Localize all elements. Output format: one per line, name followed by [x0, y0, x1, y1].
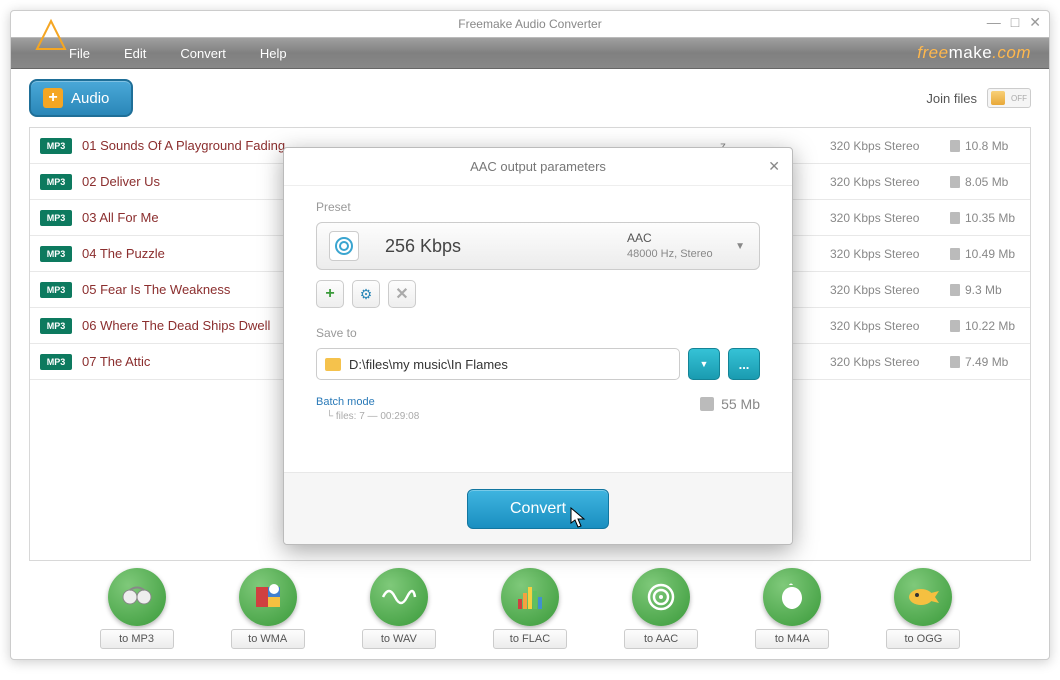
- disk-icon: [950, 212, 960, 224]
- format-button-wma[interactable]: to WMA: [231, 568, 305, 649]
- file-bitrate: 320 Kbps Stereo: [830, 355, 940, 369]
- preset-add-button[interactable]: +: [316, 280, 344, 308]
- file-size: 10.49 Mb: [950, 247, 1020, 261]
- file-size: 7.49 Mb: [950, 355, 1020, 369]
- format-button-flac[interactable]: to FLAC: [493, 568, 567, 649]
- disk-icon: [950, 248, 960, 260]
- format-icon: [763, 568, 821, 626]
- saveto-label: Save to: [316, 326, 760, 340]
- file-size: 10.35 Mb: [950, 211, 1020, 225]
- dialog-close-button[interactable]: ✕: [768, 158, 780, 175]
- join-files-control: Join files OFF: [926, 88, 1031, 108]
- file-size: 9.3 Mb: [950, 283, 1020, 297]
- format-badge: MP3: [40, 318, 72, 334]
- format-label: to AAC: [624, 629, 698, 649]
- format-badge: MP3: [40, 246, 72, 262]
- dialog-titlebar: AAC output parameters ✕: [284, 148, 792, 186]
- saveto-path: D:\files\my music\In Flames: [349, 357, 508, 372]
- file-size: 10.22 Mb: [950, 319, 1020, 333]
- format-icon: [894, 568, 952, 626]
- format-badge: MP3: [40, 354, 72, 370]
- add-audio-label: Audio: [71, 90, 109, 107]
- total-size: 55 Mb: [700, 396, 760, 412]
- format-badge: MP3: [40, 282, 72, 298]
- titlebar: Freemake Audio Converter — □ ✕: [11, 11, 1049, 37]
- dialog-title: AAC output parameters: [470, 159, 606, 174]
- format-badge: MP3: [40, 138, 72, 154]
- toolbar: + Audio Join files OFF: [11, 69, 1049, 127]
- format-icon: [370, 568, 428, 626]
- file-bitrate: 320 Kbps Stereo: [830, 139, 940, 153]
- format-badge: MP3: [40, 210, 72, 226]
- format-label: to MP3: [100, 629, 174, 649]
- toggle-knob: [991, 91, 1005, 105]
- plus-icon: +: [43, 88, 63, 108]
- saveto-dropdown-button[interactable]: ▼: [688, 348, 720, 380]
- format-icon: [108, 568, 166, 626]
- x-icon: ✕: [395, 284, 408, 304]
- chevron-down-icon: ▼: [700, 359, 709, 369]
- aac-icon: [329, 231, 359, 261]
- close-button[interactable]: ✕: [1029, 15, 1041, 29]
- preset-codec: AAC: [627, 231, 747, 247]
- format-bar: to MP3 to WMA to WAV to FLAC to AAC to M4A to …: [11, 561, 1049, 659]
- disk-icon: [950, 320, 960, 332]
- maximize-button[interactable]: □: [1011, 15, 1019, 29]
- format-label: to M4A: [755, 629, 829, 649]
- file-size: 8.05 Mb: [950, 175, 1020, 189]
- format-icon: [239, 568, 297, 626]
- chevron-down-icon: ▼: [735, 241, 745, 252]
- menu-help[interactable]: Help: [260, 46, 287, 61]
- format-badge: MP3: [40, 174, 72, 190]
- plus-icon: +: [325, 285, 334, 303]
- preset-selector[interactable]: 256 Kbps AAC 48000 Hz, Stereo ▼: [316, 222, 760, 270]
- format-label: to WAV: [362, 629, 436, 649]
- preset-bitrate: 256 Kbps: [375, 236, 611, 257]
- file-bitrate: 320 Kbps Stereo: [830, 283, 940, 297]
- add-audio-button[interactable]: + Audio: [29, 79, 133, 117]
- saveto-path-input[interactable]: D:\files\my music\In Flames: [316, 348, 680, 380]
- output-params-dialog: AAC output parameters ✕ Preset 256 Kbps …: [283, 147, 793, 545]
- preset-label: Preset: [316, 200, 760, 214]
- disk-icon: [700, 397, 714, 411]
- menu-edit[interactable]: Edit: [124, 46, 146, 61]
- menu-convert[interactable]: Convert: [180, 46, 226, 61]
- join-files-toggle[interactable]: OFF: [987, 88, 1031, 108]
- format-button-mp3[interactable]: to MP3: [100, 568, 174, 649]
- disk-icon: [950, 284, 960, 296]
- format-button-wav[interactable]: to WAV: [362, 568, 436, 649]
- format-button-ogg[interactable]: to OGG: [886, 568, 960, 649]
- menubar: File Edit Convert Help freemake.com: [11, 37, 1049, 69]
- menu-file[interactable]: File: [69, 46, 90, 61]
- browse-button[interactable]: ...: [728, 348, 760, 380]
- format-button-aac[interactable]: to AAC: [624, 568, 698, 649]
- gear-icon: ⚙: [360, 286, 373, 303]
- disk-icon: [950, 356, 960, 368]
- format-icon: [632, 568, 690, 626]
- format-button-m4a[interactable]: to M4A: [755, 568, 829, 649]
- file-bitrate: 320 Kbps Stereo: [830, 247, 940, 261]
- minimize-button[interactable]: —: [987, 15, 1001, 29]
- disk-icon: [950, 176, 960, 188]
- file-bitrate: 320 Kbps Stereo: [830, 319, 940, 333]
- preset-detail: 48000 Hz, Stereo: [627, 247, 747, 261]
- window-title: Freemake Audio Converter: [458, 17, 601, 31]
- disk-icon: [950, 140, 960, 152]
- join-files-label: Join files: [926, 91, 977, 106]
- format-icon: [501, 568, 559, 626]
- format-label: to FLAC: [493, 629, 567, 649]
- folder-icon: [325, 358, 341, 371]
- format-label: to OGG: [886, 629, 960, 649]
- app-logo-icon: [31, 17, 71, 57]
- batch-summary: └ files: 7 — 00:29:08: [326, 411, 419, 422]
- file-bitrate: 320 Kbps Stereo: [830, 211, 940, 225]
- preset-delete-button[interactable]: ✕: [388, 280, 416, 308]
- file-bitrate: 320 Kbps Stereo: [830, 175, 940, 189]
- file-size: 10.8 Mb: [950, 139, 1020, 153]
- brand-link[interactable]: freemake.com: [917, 43, 1031, 63]
- batch-mode-link[interactable]: Batch mode: [316, 396, 419, 408]
- format-label: to WMA: [231, 629, 305, 649]
- convert-button[interactable]: Convert: [467, 489, 609, 529]
- preset-settings-button[interactable]: ⚙: [352, 280, 380, 308]
